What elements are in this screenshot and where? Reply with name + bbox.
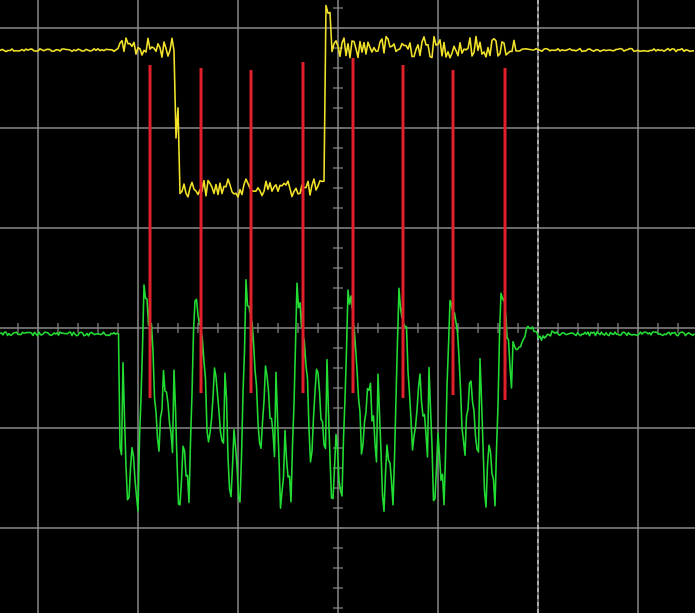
oscilloscope-waveform-area [0, 0, 695, 613]
oscilloscope-display [0, 0, 695, 613]
